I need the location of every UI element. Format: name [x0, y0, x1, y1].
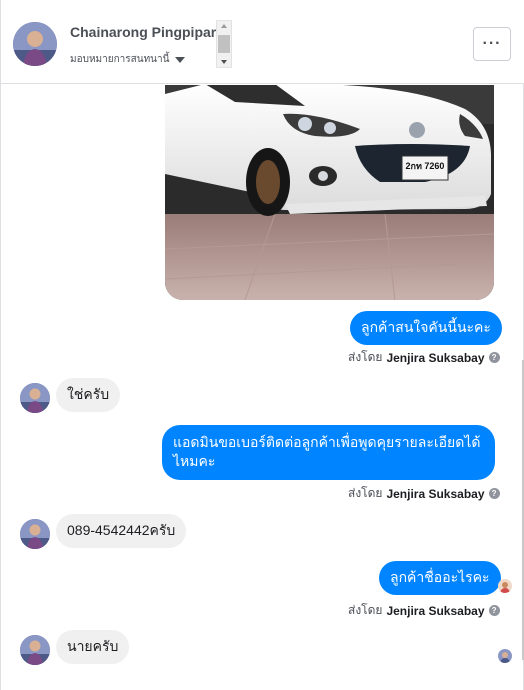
contact-avatar-small[interactable] — [20, 635, 50, 665]
seen-avatar-icon — [498, 649, 512, 663]
conversation-header: Chainarong Pingpipart มอบหมายการสนทนานี้… — [1, 0, 524, 84]
sent-by-prefix: ส่งโดย — [348, 350, 383, 364]
sent-by-prefix: ส่งโดย — [348, 603, 383, 617]
help-icon[interactable]: ? — [488, 488, 500, 499]
car-photo-message[interactable]: 2กท 7260 — [165, 85, 494, 300]
header-scrollbar[interactable] — [216, 20, 232, 68]
help-icon[interactable]: ? — [488, 605, 500, 616]
scrollbar-thumb[interactable] — [218, 35, 230, 53]
scroll-down-arrow-icon[interactable] — [221, 60, 227, 64]
contact-avatar-small[interactable] — [20, 519, 50, 549]
contact-avatar[interactable] — [13, 22, 57, 66]
incoming-message-bubble[interactable]: ใช่ครับ — [56, 378, 121, 412]
contact-name[interactable]: Chainarong Pingpipart — [70, 24, 216, 40]
sent-by-label: ส่งโดย Jenjira Suksabay ? — [348, 601, 500, 620]
sent-by-prefix: ส่งโดย — [348, 486, 383, 500]
message-line: ไหมคะ — [173, 453, 216, 469]
outgoing-message-bubble[interactable]: ลูกค้าสนใจคันนี้นะคะ — [350, 311, 502, 345]
sender-name[interactable]: Jenjira Suksabay — [386, 351, 484, 365]
message-line: แอดมินขอเบอร์ติดต่อลูกค้าเพื่อพูดคุยรายล… — [173, 434, 481, 450]
sent-by-label: ส่งโดย Jenjira Suksabay ? — [348, 348, 500, 367]
car-photo-image: 2กท 7260 — [165, 85, 494, 300]
outgoing-message-bubble[interactable]: ลูกค้าชื่ออะไรคะ — [379, 561, 501, 595]
scroll-up-arrow-icon[interactable] — [221, 24, 227, 28]
assign-conversation-dropdown[interactable]: มอบหมายการสนทนานี้ — [70, 52, 186, 67]
more-options-button[interactable]: ··· — [473, 27, 511, 61]
help-icon[interactable]: ? — [488, 352, 500, 363]
incoming-message-bubble[interactable]: 089-4542442ครับ — [56, 514, 187, 548]
caret-down-icon — [175, 56, 186, 63]
assign-conversation-label: มอบหมายการสนทนานี้ — [70, 54, 170, 65]
incoming-message-bubble[interactable]: นายครับ — [56, 630, 130, 664]
outgoing-message-bubble[interactable]: แอดมินขอเบอร์ติดต่อลูกค้าเพื่อพูดคุยรายล… — [162, 425, 495, 480]
sender-name[interactable]: Jenjira Suksabay — [386, 487, 484, 501]
chat-window: Chainarong Pingpipart มอบหมายการสนทนานี้… — [0, 0, 524, 690]
license-plate: 2กท 7260 — [406, 161, 445, 171]
sender-name[interactable]: Jenjira Suksabay — [386, 604, 484, 618]
seen-avatar-icon — [498, 579, 512, 593]
contact-avatar-small[interactable] — [20, 383, 50, 413]
sent-by-label: ส่งโดย Jenjira Suksabay ? — [348, 484, 500, 503]
message-thread[interactable]: 2กท 7260 ลูกค้าสนใจคันนี้นะคะ ส่งโดย Jen… — [1, 85, 524, 690]
